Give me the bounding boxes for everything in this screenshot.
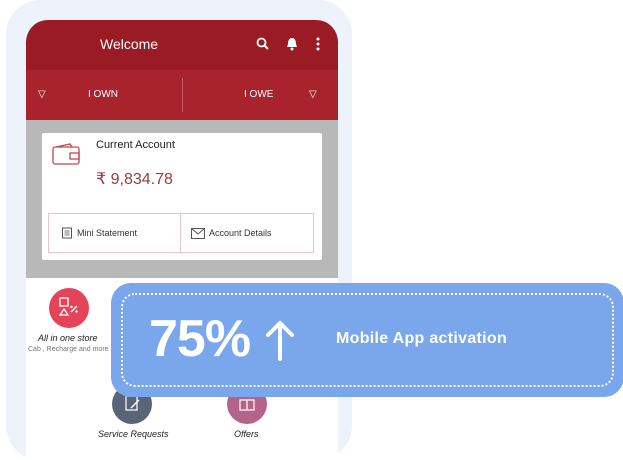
account-card[interactable]: Current Account ₹ 9,834.78 Mini Statemen… xyxy=(42,133,322,260)
stat-percent: 75% xyxy=(149,310,251,368)
more-icon[interactable] xyxy=(310,36,326,52)
notification-icon[interactable] xyxy=(284,36,300,52)
tile-label: All in one store xyxy=(38,333,98,343)
search-icon[interactable] xyxy=(255,36,271,52)
arrow-up-icon xyxy=(266,321,294,361)
account-details-label: Account Details xyxy=(209,228,272,238)
tab-divider xyxy=(182,78,183,112)
stat-label: Mobile App activation xyxy=(336,330,508,347)
account-actions: Mini Statement Account Details xyxy=(48,213,314,253)
wallet-icon xyxy=(52,143,80,165)
statement-icon xyxy=(62,227,72,239)
tab-i-own[interactable]: I OWN xyxy=(88,89,118,100)
page-title: Welcome xyxy=(100,36,159,52)
account-name: Current Account xyxy=(96,139,175,151)
stat-banner: 75% Mobile App activation xyxy=(111,283,623,397)
mini-statement-label: Mini Statement xyxy=(77,228,138,238)
chevron-down-icon[interactable]: ▽ xyxy=(38,89,46,100)
account-balance: ₹ 9,834.78 xyxy=(96,171,173,188)
tile-sublabel: Cab , Recharge and more xyxy=(28,346,109,353)
chevron-down-icon[interactable]: ▽ xyxy=(309,89,317,100)
app-header: Welcome xyxy=(26,20,338,70)
mini-statement-button[interactable]: Mini Statement xyxy=(49,214,180,252)
store-icon[interactable] xyxy=(49,288,89,328)
account-details-button[interactable]: Account Details xyxy=(180,214,313,252)
tab-i-owe[interactable]: I OWE xyxy=(244,89,273,100)
ownership-tabs: ▽ I OWN I OWE ▽ xyxy=(26,70,338,120)
envelope-icon xyxy=(191,227,205,239)
